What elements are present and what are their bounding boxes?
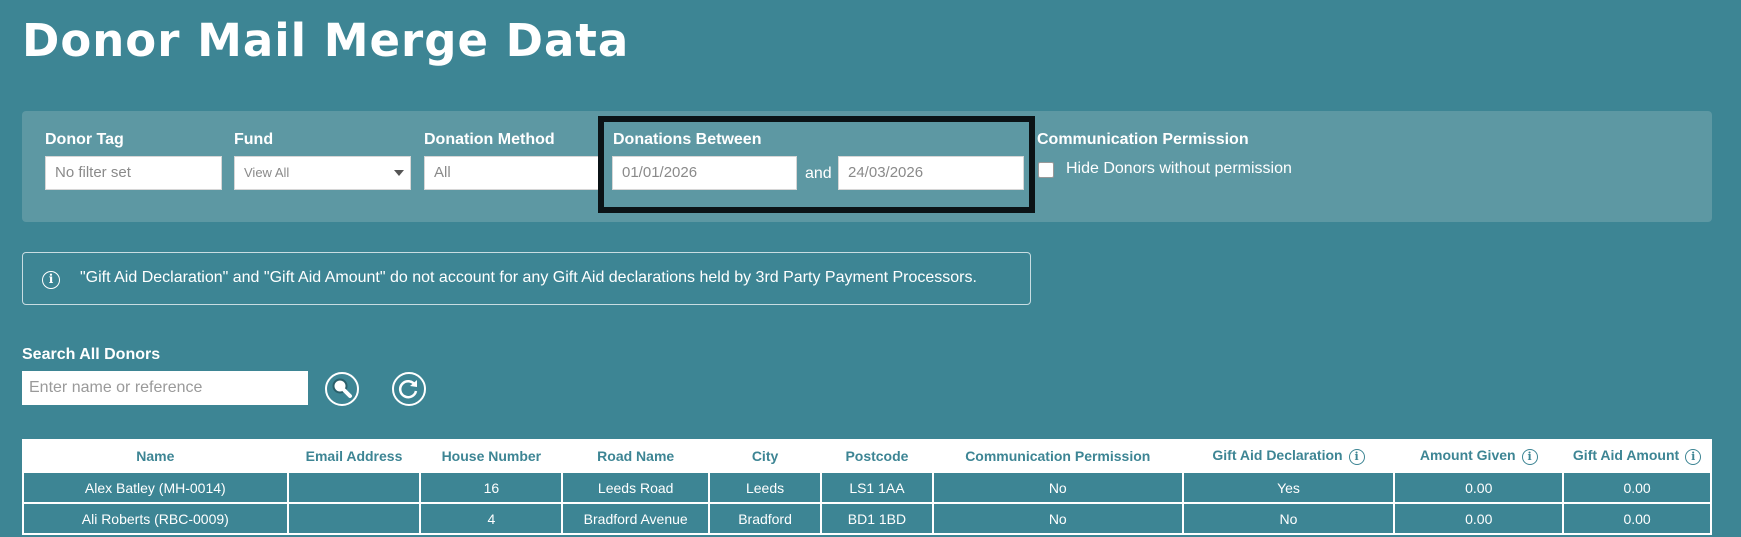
cell-road-name: Bradford Avenue <box>561 502 711 535</box>
cell-postcode: BD1 1BD <box>820 502 934 535</box>
col-gift-aid-declaration-label: Gift Aid Declaration <box>1212 447 1343 464</box>
cell-communication-permission: No <box>931 502 1184 535</box>
col-gift-aid-amount-label: Gift Aid Amount <box>1572 447 1680 464</box>
magnifier-icon <box>332 378 352 398</box>
donation-method-input[interactable]: All <box>424 156 599 190</box>
table-row[interactable]: Alex Batley (MH-0014) 16 Leeds Road Leed… <box>22 471 1712 504</box>
donor-tag-input[interactable]: No filter set <box>45 156 222 190</box>
cell-gift-aid-amount: 0.00 <box>1562 471 1712 504</box>
col-communication-permission[interactable]: Communication Permission <box>931 439 1184 473</box>
cell-house-number: 16 <box>419 471 564 504</box>
cell-city: Leeds <box>708 471 822 504</box>
table-row[interactable]: Ali Roberts (RBC-0009) 4 Bradford Avenue… <box>22 502 1712 535</box>
reset-button[interactable] <box>392 372 426 406</box>
col-postcode[interactable]: Postcode <box>820 439 934 473</box>
cell-name: Alex Batley (MH-0014) <box>22 471 289 504</box>
col-name[interactable]: Name <box>22 439 289 473</box>
cell-gift-aid-declaration: Yes <box>1181 471 1396 504</box>
highlight-box <box>598 116 1035 213</box>
search-label: Search All Donors <box>22 346 161 363</box>
fund-label: Fund <box>234 131 274 148</box>
col-gift-aid-declaration[interactable]: Gift Aid Declaration i <box>1181 439 1396 473</box>
donation-method-label: Donation Method <box>424 131 555 148</box>
info-icon[interactable]: i <box>1685 448 1702 465</box>
col-amount-given[interactable]: Amount Given i <box>1393 439 1565 473</box>
col-amount-given-label: Amount Given <box>1419 447 1516 464</box>
info-icon: i <box>42 271 60 289</box>
col-email[interactable]: Email Address <box>286 439 422 473</box>
page-title: Donor Mail Merge Data <box>22 14 630 67</box>
cell-road-name: Leeds Road <box>561 471 711 504</box>
col-city[interactable]: City <box>708 439 822 473</box>
cell-gift-aid-amount: 0.00 <box>1562 502 1712 535</box>
hide-donors-label: Hide Donors without permission <box>1066 160 1292 177</box>
cell-name: Ali Roberts (RBC-0009) <box>22 502 289 535</box>
info-icon[interactable]: i <box>1521 448 1538 465</box>
hide-donors-checkbox[interactable] <box>1038 162 1054 178</box>
chevron-down-icon <box>394 170 404 176</box>
notice-text: "Gift Aid Declaration" and "Gift Aid Amo… <box>80 269 977 286</box>
col-house-number[interactable]: House Number <box>419 439 564 473</box>
cell-email <box>286 502 422 535</box>
gift-aid-notice: i "Gift Aid Declaration" and "Gift Aid A… <box>22 252 1031 305</box>
cell-amount-given: 0.00 <box>1393 471 1565 504</box>
search-input[interactable]: Enter name or reference <box>22 371 308 405</box>
fund-select[interactable]: View All <box>234 156 411 190</box>
cell-gift-aid-declaration: No <box>1181 502 1396 535</box>
communication-permission-label: Communication Permission <box>1037 131 1249 148</box>
col-road-name[interactable]: Road Name <box>561 439 711 473</box>
search-button[interactable] <box>325 372 359 406</box>
donor-tag-label: Donor Tag <box>45 131 124 148</box>
table-header-row: Name Email Address House Number Road Nam… <box>22 439 1712 473</box>
cell-house-number: 4 <box>419 502 564 535</box>
cell-amount-given: 0.00 <box>1393 502 1565 535</box>
info-icon[interactable]: i <box>1348 448 1365 465</box>
cell-city: Bradford <box>708 502 822 535</box>
col-gift-aid-amount[interactable]: Gift Aid Amount i <box>1562 439 1712 473</box>
cell-communication-permission: No <box>931 471 1184 504</box>
refresh-icon <box>398 380 418 399</box>
fund-select-value: View All <box>244 165 290 180</box>
cell-email <box>286 471 422 504</box>
cell-postcode: LS1 1AA <box>820 471 934 504</box>
donors-table: Name Email Address House Number Road Nam… <box>22 439 1712 535</box>
